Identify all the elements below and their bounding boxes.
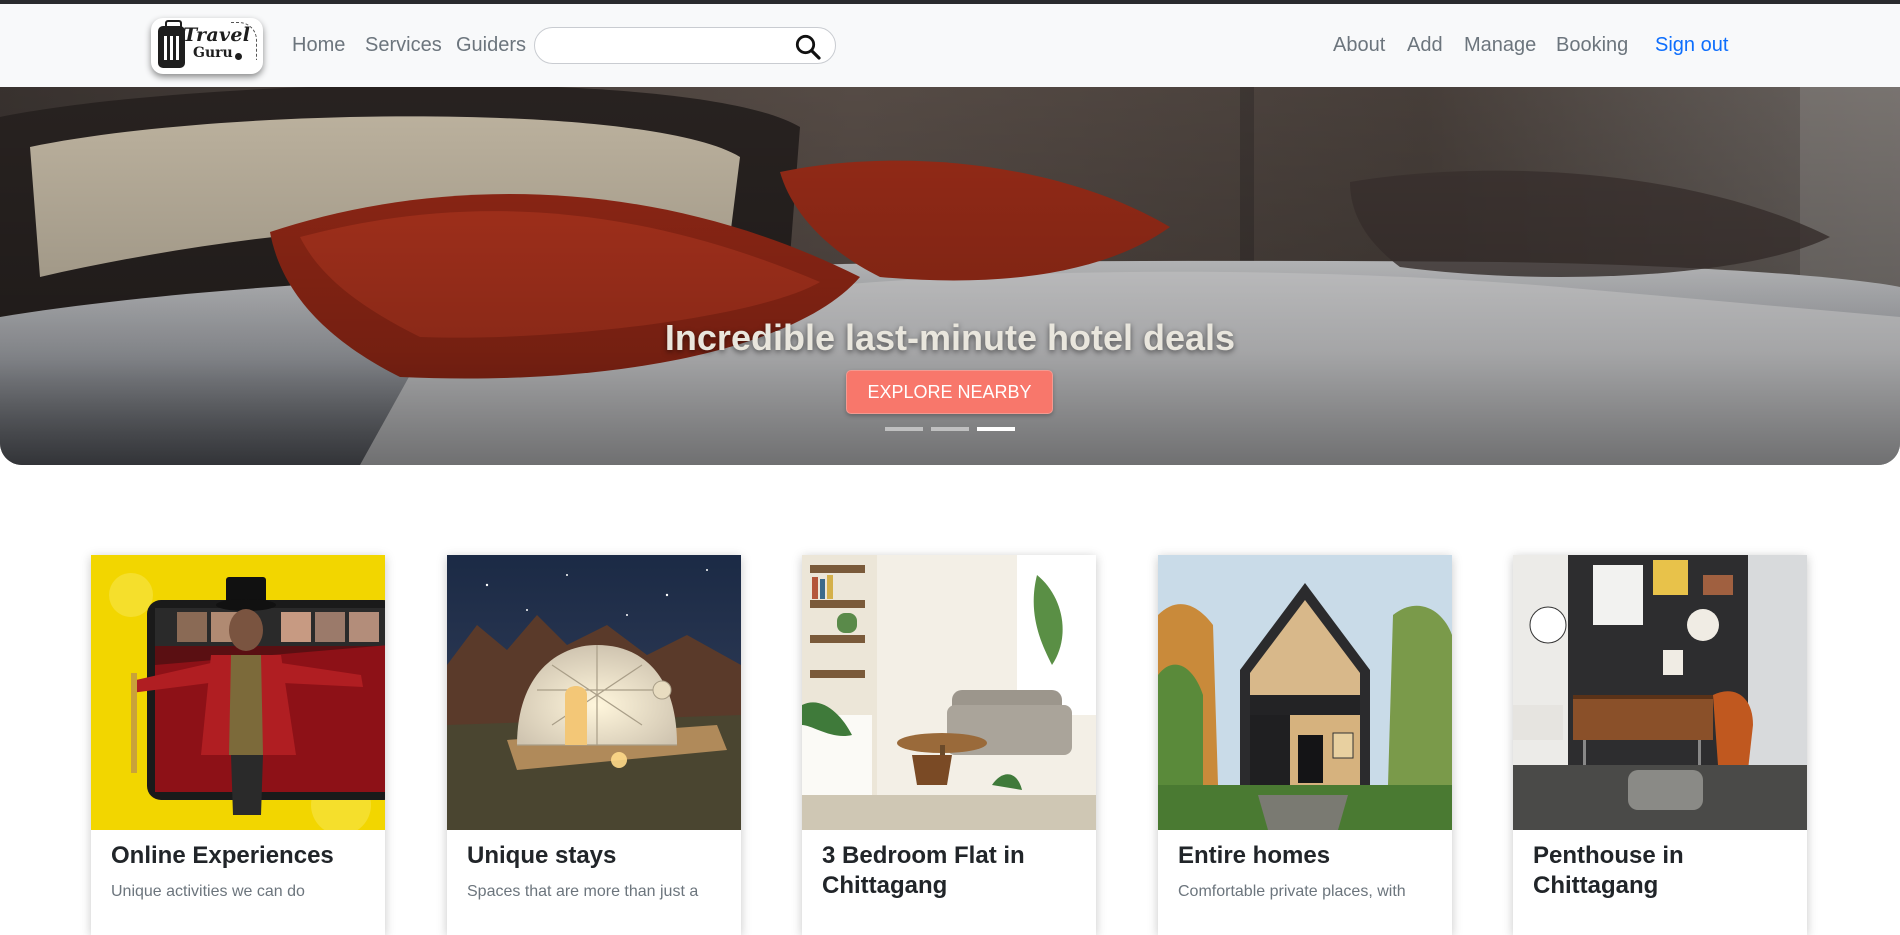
search-icon[interactable] (794, 33, 822, 61)
card-image-entire-homes (1158, 555, 1452, 830)
nav-guiders[interactable]: Guiders (456, 34, 526, 57)
logo-dot (235, 53, 242, 60)
suitcase-icon (158, 20, 185, 68)
logo-text-guru: Guru (193, 45, 233, 61)
logo-text-travel: Travel (183, 24, 251, 46)
card-text: Spaces that are more than just a (467, 883, 699, 900)
card-title: 3 Bedroom Flat in Chittagang (822, 842, 1025, 899)
card-title: Penthouse in Chittagang (1533, 842, 1684, 899)
card-penthouse[interactable]: Penthouse in Chittagang (1513, 555, 1807, 935)
hero-carousel: Incredible last-minute hotel deals EXPLO… (0, 87, 1900, 465)
card-online-experiences[interactable]: Online Experiences Unique activities we … (91, 555, 385, 935)
hero-title: Incredible last-minute hotel deals (664, 317, 1236, 358)
sign-out-link[interactable]: Sign out (1655, 34, 1728, 57)
nav-home[interactable]: Home (292, 34, 345, 57)
carousel-indicator-1[interactable] (885, 427, 923, 431)
card-image-online-experiences (91, 555, 385, 830)
card-3-bedroom-flat[interactable]: 3 Bedroom Flat in Chittagang (802, 555, 1096, 935)
card-entire-homes[interactable]: Entire homes Comfortable private places,… (1158, 555, 1452, 935)
nav-booking[interactable]: Booking (1556, 34, 1628, 57)
card-image-3-bedroom-flat (802, 555, 1096, 830)
card-image-unique-stays (447, 555, 741, 830)
card-title: Online Experiences (111, 842, 334, 869)
carousel-indicator-3[interactable] (977, 427, 1015, 431)
carousel-indicator-2[interactable] (931, 427, 969, 431)
nav-add[interactable]: Add (1407, 34, 1443, 57)
travel-guru-logo[interactable]: Travel Guru (151, 18, 263, 74)
card-unique-stays[interactable]: Unique stays Spaces that are more than j… (447, 555, 741, 935)
card-text: Comfortable private places, with (1178, 883, 1406, 900)
card-text: Unique activities we can do (111, 883, 305, 900)
search-box (534, 27, 836, 64)
search-input[interactable] (551, 35, 781, 57)
card-title: Entire homes (1178, 842, 1331, 869)
card-image-penthouse (1513, 555, 1807, 830)
navbar: Travel Guru Home Services Guiders About … (0, 4, 1900, 87)
nav-manage[interactable]: Manage (1464, 34, 1536, 57)
card-title: Unique stays (467, 842, 617, 869)
explore-nearby-button[interactable]: EXPLORE NEARBY (846, 370, 1053, 414)
nav-about[interactable]: About (1333, 34, 1385, 57)
nav-services[interactable]: Services (365, 34, 442, 57)
